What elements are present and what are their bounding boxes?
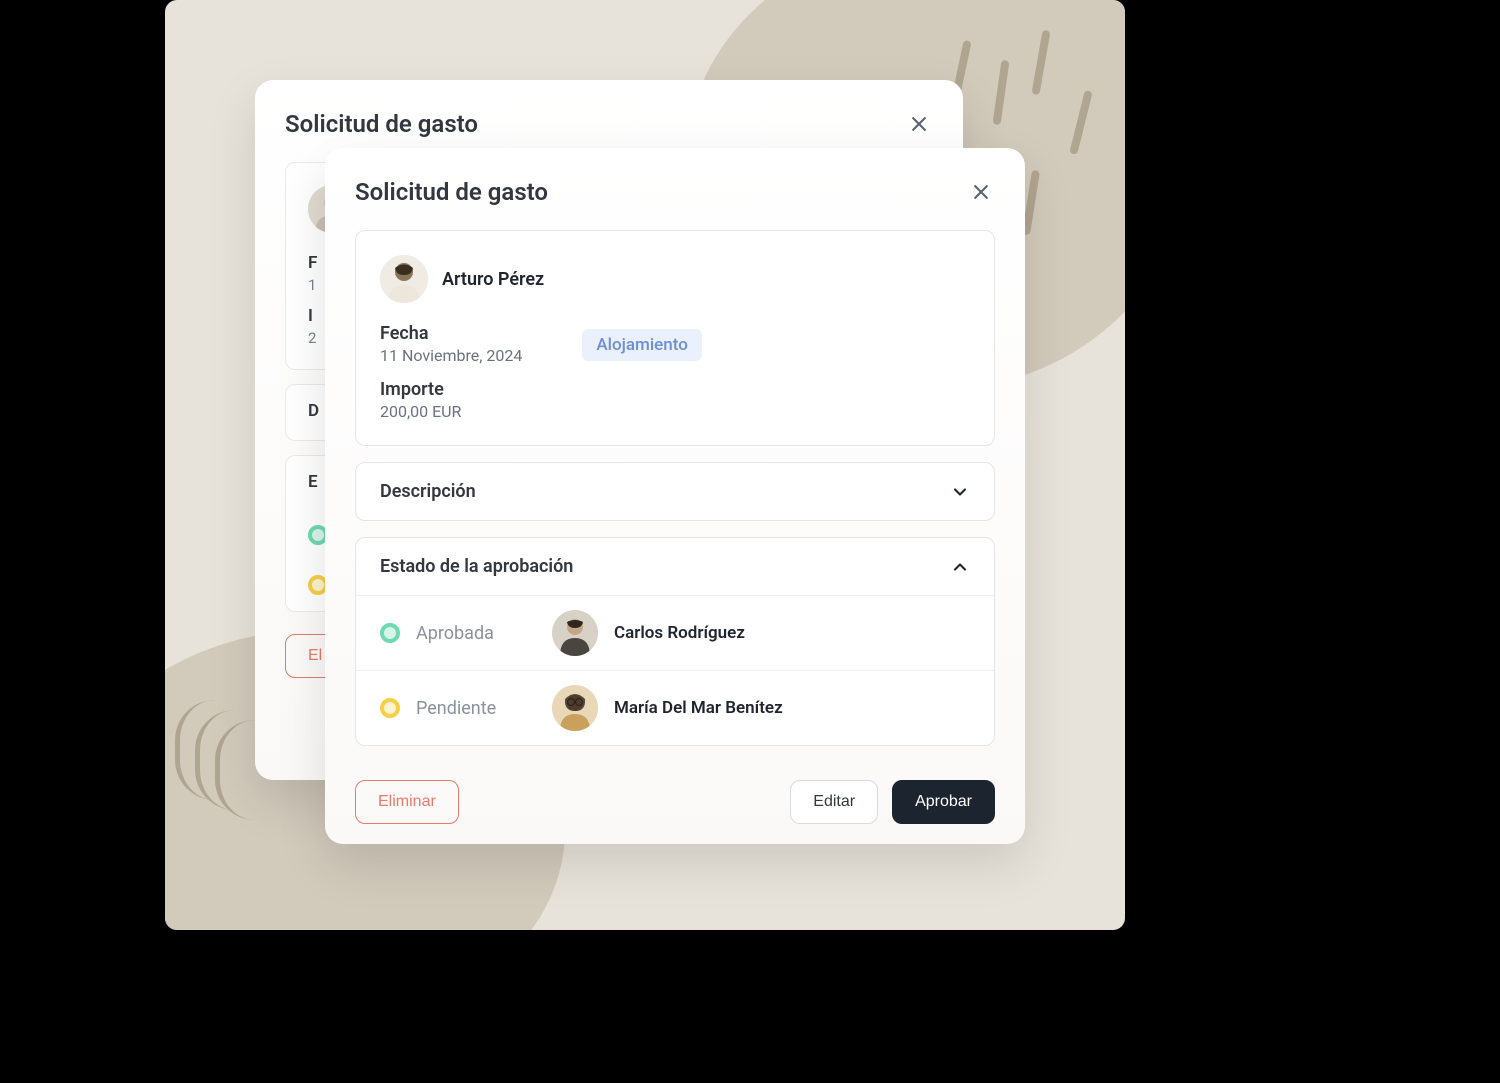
chevron-down-icon: [950, 482, 970, 502]
status-indicator-approved: [380, 623, 400, 643]
approver-name: María Del Mar Benítez: [614, 698, 783, 718]
approval-label: Estado de la aprobación: [380, 556, 573, 577]
date-value: 11 Noviembre, 2024: [380, 346, 522, 365]
close-icon[interactable]: [905, 110, 933, 138]
requester-name: Arturo Pérez: [442, 269, 544, 290]
approve-button[interactable]: Aprobar: [892, 780, 995, 824]
approver-avatar: [552, 610, 598, 656]
description-toggle[interactable]: Descripción: [356, 463, 994, 520]
modal-footer: Eliminar Editar Aprobar: [355, 762, 995, 824]
modal-title: Solicitud de gasto: [285, 110, 478, 138]
expense-request-modal: Solicitud de gasto Arturo Pérez Fecha 11…: [325, 148, 1025, 844]
amount-label: Importe: [380, 379, 522, 400]
approval-row: Pendiente María Del Mar Benítez: [356, 670, 994, 745]
chevron-up-icon: [950, 557, 970, 577]
expense-summary-card: Arturo Pérez Fecha 11 Noviembre, 2024 Im…: [355, 230, 995, 446]
close-icon[interactable]: [967, 178, 995, 206]
status-label: Pendiente: [416, 698, 536, 719]
description-section: Descripción: [355, 462, 995, 521]
delete-button[interactable]: Eliminar: [355, 780, 459, 824]
approval-list: Aprobada Carlos Rodríguez Pendiente Marí…: [356, 595, 994, 745]
approver-name: Carlos Rodríguez: [614, 623, 745, 643]
amount-value: 200,00 EUR: [380, 402, 522, 421]
modal-title: Solicitud de gasto: [355, 178, 548, 206]
approver-avatar: [552, 685, 598, 731]
edit-button[interactable]: Editar: [790, 780, 878, 824]
date-label: Fecha: [380, 323, 522, 344]
approval-row: Aprobada Carlos Rodríguez: [356, 595, 994, 670]
description-label: Descripción: [380, 481, 476, 502]
status-indicator-pending: [380, 698, 400, 718]
approval-status-section: Estado de la aprobación Aprobada Carlos …: [355, 537, 995, 746]
category-tag: Alojamiento: [582, 329, 702, 361]
approval-status-toggle[interactable]: Estado de la aprobación: [356, 538, 994, 595]
requester-avatar: [380, 255, 428, 303]
status-label: Aprobada: [416, 623, 536, 644]
